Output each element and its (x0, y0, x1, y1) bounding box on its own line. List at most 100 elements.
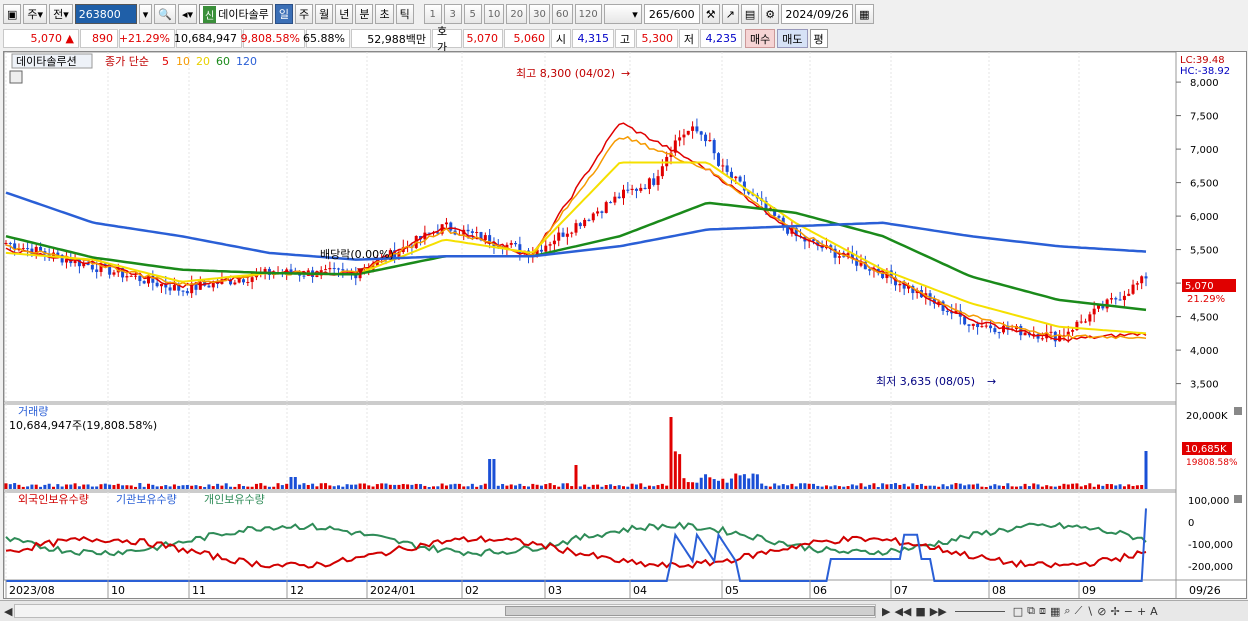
prev-button[interactable]: 전 ▾ (49, 4, 73, 24)
stock-code-input[interactable]: 263800 (74, 4, 137, 24)
candle-body (626, 189, 630, 191)
table-icon[interactable] (9, 70, 23, 84)
volume-bar (1135, 485, 1139, 489)
period-minute-tab[interactable]: 분 (355, 4, 374, 24)
cross-icon[interactable]: ✢ (1111, 605, 1120, 618)
candle-body (717, 153, 720, 166)
trend-icon[interactable]: ⟋ (1075, 604, 1083, 618)
count-field[interactable]: 265/600 (643, 4, 700, 24)
rewind-icon[interactable]: ◀◀ (894, 605, 911, 618)
volume-bar (652, 486, 656, 489)
magnify-icon[interactable]: ⌕ (1064, 604, 1070, 618)
speaker-icon[interactable]: ◂▾ (177, 4, 197, 24)
period-day-tab[interactable]: 일 (274, 4, 293, 24)
time-tick-label: 09 (1082, 584, 1096, 597)
volume-bar (436, 486, 440, 489)
stock-name-field[interactable]: 신 데이타솔루 (199, 4, 273, 24)
average-button[interactable]: 평 (809, 29, 828, 48)
period-tick-tab[interactable]: 틱 (395, 4, 414, 24)
volume-bar (755, 474, 759, 489)
compare-icon[interactable]: ⧉ (1027, 604, 1035, 618)
volume-bar (423, 485, 427, 489)
time-tick-label: 04 (633, 584, 647, 597)
grid-icon[interactable]: ▦ (1050, 605, 1060, 618)
volume-close-icon[interactable] (1234, 407, 1242, 415)
count-total: /600 (669, 7, 695, 21)
candle-body (656, 176, 660, 185)
zoom-out-icon[interactable]: − (1124, 605, 1133, 618)
volume-bar (410, 484, 414, 489)
speed-slider[interactable] (954, 610, 1005, 612)
minute-3-button[interactable]: 3 (443, 4, 462, 24)
date-field[interactable]: 2024/09/26 (781, 4, 854, 24)
minute-60-button[interactable]: 60 (551, 4, 573, 24)
buy-button[interactable]: 매수 (745, 29, 776, 48)
volume-bar (1144, 451, 1148, 489)
dividend-annotation: 배당락(0.00%) (320, 248, 394, 261)
layout-icon[interactable]: ▣ (3, 4, 22, 24)
volume-bar (950, 484, 954, 489)
period-year-tab[interactable]: 년 (335, 4, 354, 24)
horizontal-scrollbar[interactable] (14, 604, 876, 618)
play-icon[interactable]: ▶ (882, 605, 890, 618)
fib-icon[interactable]: ⊘ (1097, 605, 1106, 618)
custom-minute-select[interactable]: ▾ (603, 4, 642, 24)
volume-bar (971, 484, 975, 489)
stop-icon[interactable]: ■ (915, 605, 925, 618)
scroll-left-icon[interactable]: ◀ (4, 605, 12, 618)
zoom-in-icon[interactable]: + (1137, 605, 1146, 618)
stock-chart[interactable]: 8,0007,5007,0006,5006,0005,5005,0004,500… (4, 52, 1246, 598)
minute-30-button[interactable]: 30 (529, 4, 550, 24)
scrollbar-thumb[interactable] (505, 606, 875, 616)
volume-bar (695, 482, 699, 489)
volume-bar (928, 485, 932, 489)
calendar-icon[interactable]: ▦ (855, 4, 874, 24)
overlay-icon[interactable]: ⧈ (1039, 604, 1046, 618)
volume-bar (773, 483, 777, 489)
volume-bar (211, 486, 215, 489)
period-week-tab[interactable]: 주 (294, 4, 314, 24)
volume-bar (375, 484, 379, 489)
sell-button[interactable]: 매도 (777, 29, 808, 48)
volume-bar (574, 465, 578, 489)
volume-bar (155, 486, 159, 489)
volume-bar (229, 486, 233, 489)
volume-bar (449, 484, 453, 489)
gear-icon[interactable]: ⚙ (761, 4, 780, 24)
draw-icon[interactable]: ↗ (721, 4, 739, 24)
candle-body (1131, 284, 1135, 294)
candle-body (207, 285, 211, 288)
legend-ma60: 60 (216, 55, 230, 68)
minute-5-button[interactable]: 5 (463, 4, 482, 24)
search-icon[interactable]: 🔍 (154, 4, 176, 24)
price-panel (4, 52, 1177, 403)
hoga-label: 호가 (432, 25, 462, 54)
forward-icon[interactable]: ▶▶ (930, 605, 947, 618)
holdings-close-icon[interactable] (1234, 495, 1242, 503)
candle-body (211, 282, 215, 288)
candle-body (1079, 321, 1083, 323)
period-unit-select[interactable]: 주 ▾ (23, 4, 48, 24)
candle-body (483, 235, 487, 241)
minute-20-button[interactable]: 20 (506, 4, 528, 24)
volume-bar (539, 485, 543, 489)
volume-bar (660, 483, 664, 489)
volume-bar (64, 484, 68, 489)
period-month-tab[interactable]: 월 (315, 4, 334, 24)
candle-body (466, 229, 470, 232)
period-second-tab[interactable]: 초 (375, 4, 394, 24)
volume-bar (147, 483, 150, 489)
chart-tools-icon[interactable]: ⚒ (701, 4, 720, 24)
minute-1-button[interactable]: 1 (423, 4, 442, 24)
minute-10-button[interactable]: 10 (483, 4, 505, 24)
zoom-box-icon[interactable]: □ (1013, 605, 1023, 618)
font-icon[interactable]: A (1150, 605, 1158, 618)
volume-bar (272, 486, 276, 489)
code-dropdown-icon[interactable]: ▾ (138, 4, 153, 24)
chart-area[interactable]: 8,0007,5007,0006,5006,0005,5005,0004,500… (3, 51, 1247, 599)
candle-body (634, 188, 638, 191)
minute-120-button[interactable]: 120 (574, 4, 602, 24)
line-icon[interactable]: ∖ (1086, 605, 1093, 618)
save-icon[interactable]: ▤ (740, 4, 760, 24)
candle-body (185, 291, 189, 294)
